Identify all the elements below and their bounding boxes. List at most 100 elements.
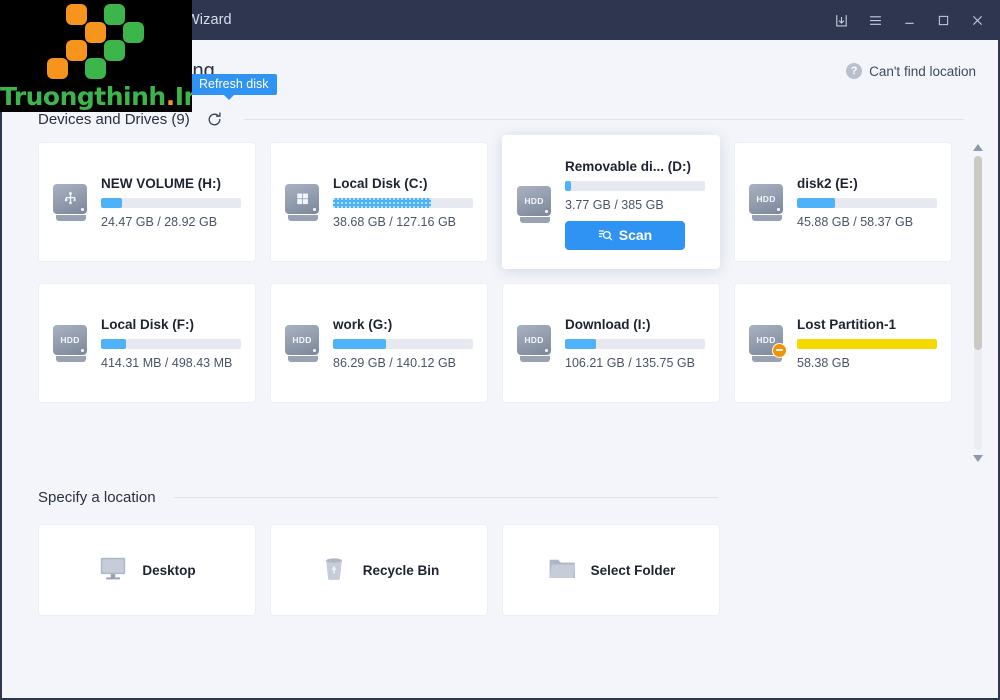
disk-body: HDD [285, 324, 319, 355]
drive-info: NEW VOLUME (H:) 24.47 GB / 28.92 GB [101, 176, 241, 229]
cant-find-location-link[interactable]: ? Can't find location [846, 63, 976, 79]
disk-body: HDD [517, 324, 551, 355]
drive-size: 38.68 GB / 127.16 GB [333, 214, 456, 229]
watermark-block [47, 58, 68, 79]
hdd-label: HDD [292, 334, 312, 345]
scroll-down-arrow-icon[interactable] [973, 453, 983, 464]
drive-card[interactable]: NEW VOLUME (H:) 24.47 GB / 28.92 GB [38, 142, 256, 262]
disk-base [752, 214, 782, 221]
disk-base [56, 355, 86, 362]
drive-name: NEW VOLUME (H:) [101, 175, 221, 191]
disk-base [520, 216, 550, 223]
question-mark-icon: ? [846, 63, 863, 79]
section-divider [243, 118, 964, 120]
application-window: Wizard ? Can't find location Devices and… [0, 0, 1000, 700]
location-grid: Desktop Recycle Bin Select Folder [38, 524, 998, 616]
location-card-label: Select Folder [590, 562, 676, 578]
drive-info: Local Disk (C:) 38.68 GB / 127.16 GB [333, 176, 473, 229]
location-card-label: Recycle Bin [362, 562, 440, 578]
lost-partition-badge-icon [772, 342, 787, 358]
drive-card[interactable]: HDD work (G:) 86.29 GB / 140.12 GB [270, 283, 488, 403]
windows-disk-icon [285, 183, 321, 221]
hdd-label: HDD [756, 193, 776, 204]
drive-usage-bar [565, 338, 705, 349]
drive-usage-fill [797, 338, 937, 349]
location-card[interactable]: Select Folder [502, 524, 720, 616]
scan-button[interactable]: Scan [565, 220, 685, 250]
drive-usage-fill [565, 338, 596, 349]
drive-size: 45.88 GB / 58.37 GB [797, 214, 914, 229]
drives-grid: NEW VOLUME (H:) 24.47 GB / 28.92 GB Local … [38, 135, 952, 403]
drive-size: 3.77 GB / 385 GB [565, 197, 664, 212]
location-card[interactable]: Desktop [38, 524, 256, 616]
menu-icon[interactable] [858, 3, 892, 37]
folder-icon [547, 553, 577, 588]
drive-usage-bar [797, 197, 937, 208]
usb-drive-icon [53, 183, 89, 221]
disk-body: HDD [749, 183, 783, 214]
drive-name: Removable di... (D:) [565, 158, 692, 174]
minimize-icon[interactable] [892, 3, 926, 37]
drive-card[interactable]: Local Disk (C:) 38.68 GB / 127.16 GB [270, 142, 488, 262]
download-icon[interactable] [824, 3, 858, 37]
scrollbar-track[interactable] [974, 156, 982, 450]
drive-size: 106.21 GB / 135.75 GB [565, 355, 695, 370]
location-section-header: Specify a location [38, 482, 998, 512]
recycle-bin-icon [319, 553, 349, 588]
drive-card[interactable]: HDD Download (I:) 106.21 GB / 135.75 GB [502, 283, 720, 403]
location-card[interactable]: Recycle Bin [270, 524, 488, 616]
scrollbar-thumb[interactable] [974, 156, 982, 351]
close-icon[interactable] [960, 3, 994, 37]
drive-name: Lost Partition-1 [797, 316, 897, 332]
drive-usage-bar [565, 180, 705, 191]
drive-usage-fill [797, 197, 835, 208]
content-frame: n to start recovering ? Can't find locat… [2, 40, 998, 698]
hdd-label: HDD [60, 334, 80, 345]
devices-section-title: Devices and Drives (9) [38, 110, 190, 128]
disk-body: HDD [53, 324, 87, 355]
drive-usage-bar [101, 197, 241, 208]
drives-scroll-area: NEW VOLUME (H:) 24.47 GB / 28.92 GB Local … [38, 135, 998, 464]
watermark-block [66, 40, 87, 61]
hdd-icon: HDD [517, 185, 553, 223]
drive-usage-bar [797, 338, 937, 349]
drive-name: Local Disk (C:) [333, 175, 428, 191]
maximize-icon[interactable] [926, 3, 960, 37]
disk-base [56, 214, 86, 221]
refresh-icon[interactable] [204, 108, 226, 130]
drive-usage-fill [333, 338, 387, 349]
drive-info: work (G:) 86.29 GB / 140.12 GB [333, 317, 473, 370]
drive-size: 414.31 MB / 498.43 MB [101, 355, 233, 370]
drive-name: work (G:) [333, 316, 393, 332]
location-card-label: Desktop [142, 562, 196, 578]
scan-icon [598, 229, 613, 240]
drive-usage-fill [333, 197, 431, 208]
hdd-icon: HDD [749, 183, 785, 221]
scan-button-label: Scan [618, 227, 653, 243]
desktop-monitor-icon [98, 553, 128, 588]
drive-name: Download (I:) [565, 316, 651, 332]
drive-name: disk2 (E:) [797, 175, 858, 191]
drive-usage-fill [565, 180, 571, 191]
disk-base [288, 355, 318, 362]
drive-card[interactable]: HDD Lost Partition-1 58.38 GB [734, 283, 952, 403]
drives-scrollbar[interactable] [972, 142, 984, 464]
hdd-icon: HDD [517, 324, 553, 362]
drive-info: Lost Partition-1 58.38 GB [797, 317, 937, 370]
window-controls [824, 0, 994, 40]
drive-card[interactable]: HDD disk2 (E:) 45.88 GB / 58.37 GB [734, 142, 952, 262]
drive-name: Local Disk (F:) [101, 316, 195, 332]
scroll-up-arrow-icon[interactable] [973, 142, 983, 153]
drive-info: Local Disk (F:) 414.31 MB / 498.43 MB [101, 317, 241, 370]
watermark-block [85, 22, 106, 43]
watermark-block [104, 40, 125, 61]
drive-card[interactable]: HDD Local Disk (F:) 414.31 MB / 498.43 MB [38, 283, 256, 403]
drive-usage-fill [101, 197, 122, 208]
watermark-block [104, 4, 125, 25]
hdd-icon: HDD [749, 324, 787, 362]
drive-card[interactable]: HDD Removable di... (D:) 3.77 GB / 385 GB S… [502, 135, 720, 269]
devices-section: Devices and Drives (9) Refresh disk NEW … [2, 74, 998, 464]
watermark-overlay: Truongthinh.Info [0, 0, 192, 112]
disk-body [285, 183, 319, 214]
location-section-title: Specify a location [38, 488, 156, 506]
